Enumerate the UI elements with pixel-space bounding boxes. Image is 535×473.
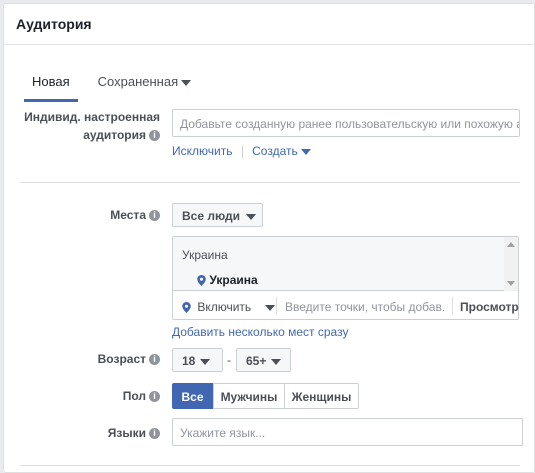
age-max-value: 65+ <box>246 354 267 368</box>
age-label-text: Возраст <box>97 352 146 366</box>
tab-saved[interactable]: Сохраненная <box>90 66 199 102</box>
location-box: Украина Украина Включить Введите точки, … <box>172 236 519 320</box>
info-icon[interactable]: i <box>149 354 160 366</box>
location-type-dropdown[interactable]: Все люди <box>172 203 263 227</box>
gender-option-women-label: Женщины <box>291 390 352 404</box>
location-search-placeholder: Введите точки, чтобы добав... <box>285 300 445 314</box>
languages-label: Языки i <box>20 424 160 442</box>
locations-label: Места i <box>20 206 160 224</box>
scroll-up-icon[interactable] <box>507 242 515 247</box>
gender-option-all-label: Все <box>181 390 204 404</box>
gender-label-text: Пол <box>122 389 146 403</box>
custom-audience-placeholder: Добавьте созданную ранее пользовательску… <box>180 117 520 131</box>
custom-audience-links: Исключить Создать <box>172 144 311 158</box>
bulk-locations-link[interactable]: Добавить несколько мест сразу <box>172 325 348 339</box>
location-pin-icon <box>197 275 206 287</box>
chevron-down-icon <box>246 213 257 220</box>
age-min-value: 18 <box>182 354 196 368</box>
link-divider <box>241 145 243 158</box>
custom-audience-label: Индивид. настроенная аудитория i <box>20 108 160 144</box>
create-link: Создать <box>252 144 298 158</box>
languages-input[interactable]: Укажите язык... <box>172 418 523 446</box>
age-separator: - <box>227 353 231 367</box>
age-max-dropdown[interactable]: 65+ <box>236 348 291 372</box>
location-item-label: Украина <box>209 273 258 287</box>
control-divider <box>452 297 453 315</box>
info-icon[interactable]: i <box>149 391 160 403</box>
custom-audience-label-line1: Индивид. настроенная <box>24 110 160 124</box>
location-controls: Включить Введите точки, чтобы добав... П… <box>173 292 519 320</box>
gender-option-men-label: Мужчины <box>220 390 278 404</box>
location-list: Украина Украина <box>173 237 518 291</box>
panel-title: Аудитория <box>16 16 92 32</box>
chevron-down-icon <box>200 358 211 365</box>
scroll-down-icon[interactable] <box>507 281 515 286</box>
control-divider <box>276 297 277 315</box>
tab-new[interactable]: Новая <box>24 66 78 102</box>
location-pin-icon <box>182 302 191 314</box>
bulk-locations-link-wrap: Добавить несколько мест сразу <box>172 325 348 339</box>
chevron-down-icon <box>300 148 311 155</box>
gender-option-all[interactable]: Все <box>172 383 213 409</box>
location-search-input[interactable]: Введите точки, чтобы добав... <box>285 300 445 314</box>
gender-option-women[interactable]: Женщины <box>284 383 359 409</box>
languages-placeholder: Укажите язык... <box>180 426 266 440</box>
section-divider <box>20 182 520 183</box>
include-dropdown[interactable]: Включить <box>182 300 275 314</box>
browse-button[interactable]: Просмотр <box>460 300 519 314</box>
chevron-down-icon <box>271 358 282 365</box>
chevron-down-icon <box>181 79 192 86</box>
info-icon[interactable]: i <box>149 428 160 440</box>
include-value: Включить <box>197 300 252 314</box>
custom-audience-input[interactable]: Добавьте созданную ранее пользовательску… <box>172 109 520 137</box>
tab-new-label: Новая <box>32 74 70 89</box>
languages-label-text: Языки <box>107 426 146 440</box>
info-icon[interactable]: i <box>149 130 160 142</box>
age-label: Возраст i <box>20 350 160 368</box>
panel-header: Аудитория <box>4 4 534 45</box>
location-item[interactable]: Украина <box>197 273 258 287</box>
audience-tabs: Новая Сохраненная <box>24 66 211 102</box>
locations-label-text: Места <box>110 208 146 222</box>
location-group-header: Украина <box>182 248 228 262</box>
age-min-dropdown[interactable]: 18 <box>172 348 223 372</box>
gender-label: Пол i <box>20 387 160 405</box>
exclude-link[interactable]: Исключить <box>172 144 232 158</box>
gender-option-men[interactable]: Мужчины <box>213 383 285 409</box>
info-icon[interactable]: i <box>149 210 160 222</box>
tab-saved-label: Сохраненная <box>97 74 179 89</box>
custom-audience-label-line2: аудитория <box>83 128 146 142</box>
location-list-scrollbar[interactable] <box>504 237 518 291</box>
location-type-value: Все люди <box>182 209 241 223</box>
chevron-down-icon <box>264 304 275 311</box>
audience-panel: Аудитория Новая Сохраненная Индивид. нас… <box>3 3 535 473</box>
create-link-wrap[interactable]: Создать <box>252 144 311 158</box>
